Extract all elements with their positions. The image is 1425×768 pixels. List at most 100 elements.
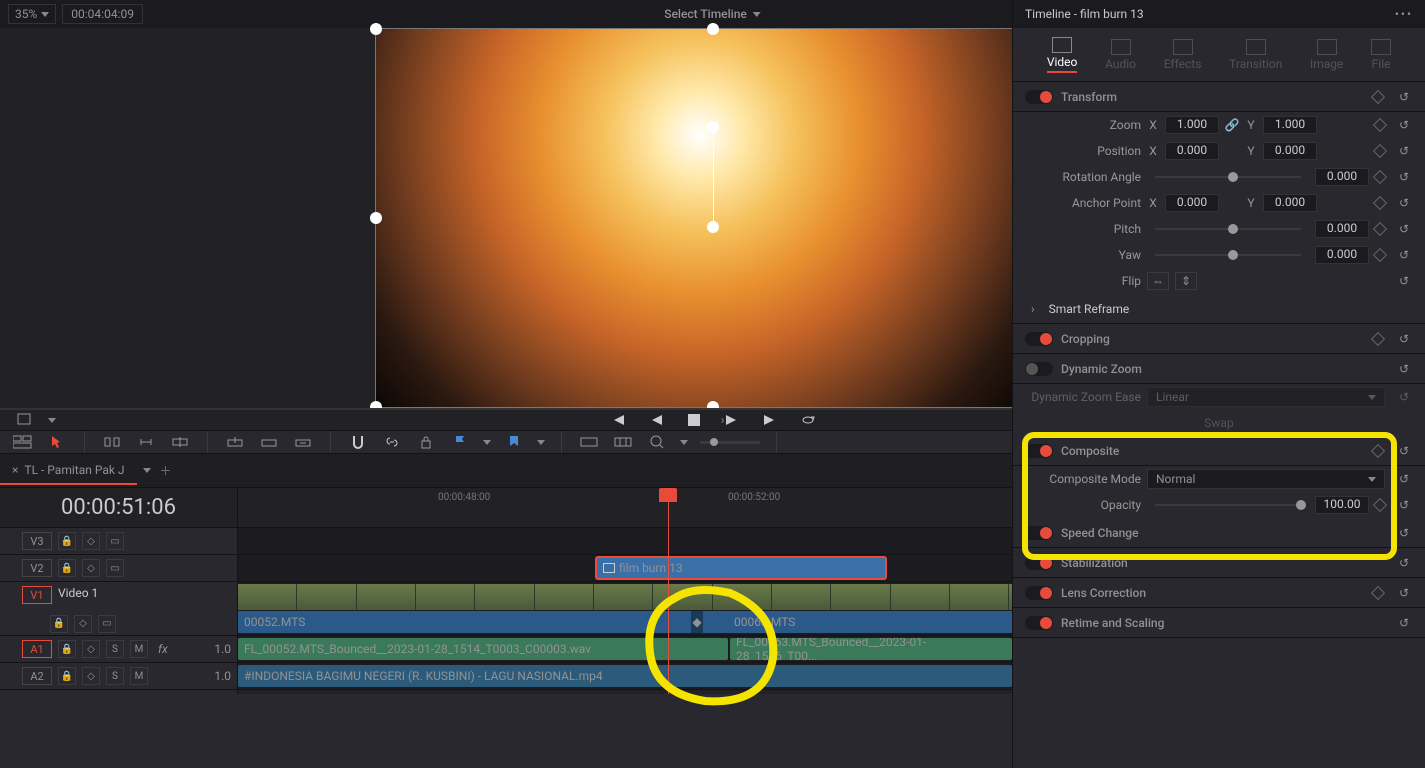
composite-toggle[interactable] <box>1025 444 1053 458</box>
clip-v1-b[interactable]: 00063.MTS <box>698 611 1012 633</box>
chevron-down-icon[interactable] <box>537 440 545 445</box>
solo-button[interactable]: S <box>106 667 124 685</box>
stop-button[interactable] <box>684 410 704 430</box>
reset-icon[interactable]: ↺ <box>1399 498 1413 512</box>
last-frame-button[interactable] <box>760 410 780 430</box>
transition-icon[interactable]: ◆ <box>691 611 703 633</box>
transform-handle-center[interactable] <box>707 221 719 233</box>
clip-a1-a[interactable]: FL_00052.MTS_Bounced__2023-01-28_1514_T0… <box>238 638 728 660</box>
keyframe-icon[interactable] <box>1373 248 1387 262</box>
reset-icon[interactable]: ↺ <box>1399 444 1413 458</box>
trim-tool[interactable] <box>101 431 123 453</box>
keyframe-icon[interactable] <box>1373 222 1387 236</box>
track-header-a2[interactable]: A2 🔒◇ SM 1.0 <box>0 663 237 690</box>
lock-track-button[interactable]: 🔒 <box>58 640 76 658</box>
auto-select-button[interactable]: ◇ <box>82 667 100 685</box>
selection-tool[interactable] <box>46 431 68 453</box>
section-speed-change[interactable]: Speed Change ↺ <box>1013 518 1425 548</box>
zoom-x-field[interactable]: 1.000 <box>1165 116 1219 134</box>
solo-button[interactable]: S <box>106 640 124 658</box>
keyframe-icon[interactable] <box>1373 498 1387 512</box>
disable-track-button[interactable]: ▭ <box>106 532 124 550</box>
reset-icon[interactable]: ↺ <box>1399 472 1413 486</box>
tab-transition[interactable]: Transition <box>1229 39 1282 71</box>
transform-overlay-dropdown[interactable] <box>16 410 36 430</box>
lock-track-button[interactable]: 🔒 <box>58 559 76 577</box>
flip-vertical-button[interactable]: ⇕ <box>1175 272 1197 290</box>
mute-button[interactable]: M <box>130 667 148 685</box>
flip-horizontal-button[interactable]: ⇔ <box>1147 272 1169 290</box>
link-icon[interactable]: 🔗 <box>1225 118 1239 132</box>
auto-select-button[interactable]: ◇ <box>74 615 92 633</box>
position-lock-toggle[interactable] <box>415 431 437 453</box>
section-composite[interactable]: Composite ↺ <box>1013 436 1425 466</box>
auto-select-button[interactable]: ◇ <box>82 640 100 658</box>
disable-track-button[interactable]: ▭ <box>106 559 124 577</box>
keyframe-icon[interactable] <box>1373 118 1387 132</box>
clip-v1-a[interactable]: 00052.MTS <box>238 611 698 633</box>
section-transform[interactable]: Transform ↺ <box>1013 82 1425 112</box>
dynamic-trim-tool[interactable] <box>135 431 157 453</box>
pitch-slider[interactable] <box>1155 228 1301 230</box>
reset-icon[interactable]: ↺ <box>1399 526 1413 540</box>
section-cropping[interactable]: Cropping ↺ <box>1013 324 1425 354</box>
timeline-view-options[interactable] <box>12 431 34 453</box>
zoom-preset-2[interactable] <box>612 431 634 453</box>
composite-mode-dropdown[interactable]: Normal <box>1147 469 1385 489</box>
section-lens-correction[interactable]: Lens Correction ↺ <box>1013 578 1425 608</box>
timeline-selector-dropdown[interactable]: Select Timeline <box>664 7 761 21</box>
clip-film-burn[interactable]: film burn 13 <box>596 557 886 579</box>
rotation-field[interactable]: 0.000 <box>1315 168 1369 186</box>
zoom-percent-dropdown[interactable]: 35% <box>8 4 56 24</box>
timeline-timecode[interactable]: 00:00:51:06 <box>0 488 237 528</box>
zoom-preset-1[interactable] <box>578 431 600 453</box>
reset-icon[interactable]: ↺ <box>1399 90 1413 104</box>
replace-clip-button[interactable] <box>292 431 314 453</box>
disable-track-button[interactable]: ▭ <box>98 615 116 633</box>
flag-dropdown[interactable] <box>449 431 471 453</box>
tab-file[interactable]: File <box>1371 39 1391 71</box>
reset-icon[interactable]: ↺ <box>1399 196 1413 210</box>
track-label-v2[interactable]: V2 <box>22 559 52 577</box>
opacity-slider[interactable] <box>1155 504 1301 506</box>
speed-toggle[interactable] <box>1025 526 1053 540</box>
reset-icon[interactable]: ↺ <box>1399 274 1413 288</box>
source-timecode[interactable]: 00:04:04:09 <box>62 4 143 24</box>
keyframe-icon[interactable] <box>1371 331 1385 345</box>
transform-pivot-handle[interactable] <box>707 121 719 133</box>
tab-audio[interactable]: Audio <box>1105 39 1136 71</box>
section-retime-scaling[interactable]: Retime and Scaling ↺ <box>1013 608 1425 638</box>
tab-image[interactable]: Image <box>1310 39 1343 71</box>
keyframe-icon[interactable] <box>1371 443 1385 457</box>
track-header-v3[interactable]: V3 🔒◇▭ <box>0 528 237 555</box>
reset-icon[interactable]: ↺ <box>1399 586 1413 600</box>
reset-icon[interactable]: ↺ <box>1399 390 1413 404</box>
reset-icon[interactable]: ↺ <box>1399 144 1413 158</box>
reset-icon[interactable]: ↺ <box>1399 170 1413 184</box>
track-header-a1[interactable]: A1 🔒◇ SM fx1.0 <box>0 636 237 663</box>
track-label-v3[interactable]: V3 <box>22 532 52 550</box>
position-x-field[interactable]: 0.000 <box>1165 142 1219 160</box>
track-header-v2[interactable]: V2 🔒◇▭ <box>0 555 237 582</box>
rotation-slider[interactable] <box>1155 176 1301 178</box>
reset-icon[interactable]: ↺ <box>1399 616 1413 630</box>
blade-tool[interactable] <box>169 431 191 453</box>
viewer-canvas[interactable] <box>375 28 1051 408</box>
keyframe-icon[interactable] <box>1373 170 1387 184</box>
retime-toggle[interactable] <box>1025 616 1053 630</box>
chevron-down-icon[interactable] <box>680 440 688 445</box>
auto-select-button[interactable]: ◇ <box>82 532 100 550</box>
link-toggle[interactable] <box>381 431 403 453</box>
chevron-down-icon[interactable] <box>48 418 56 423</box>
section-stabilization[interactable]: Stabilization ↺ <box>1013 548 1425 578</box>
reset-icon[interactable]: ↺ <box>1399 248 1413 262</box>
yaw-slider[interactable] <box>1155 254 1301 256</box>
insert-clip-button[interactable] <box>224 431 246 453</box>
tab-video[interactable]: Video <box>1047 37 1078 73</box>
loop-button[interactable] <box>798 410 818 430</box>
pitch-field[interactable]: 0.000 <box>1315 220 1369 238</box>
clip-a1-b[interactable]: FL_00063.MTS_Bounced__2023-01-28_1516_T0… <box>730 638 1012 660</box>
snap-toggle[interactable] <box>347 431 369 453</box>
keyframe-icon[interactable] <box>1373 144 1387 158</box>
overwrite-clip-button[interactable] <box>258 431 280 453</box>
